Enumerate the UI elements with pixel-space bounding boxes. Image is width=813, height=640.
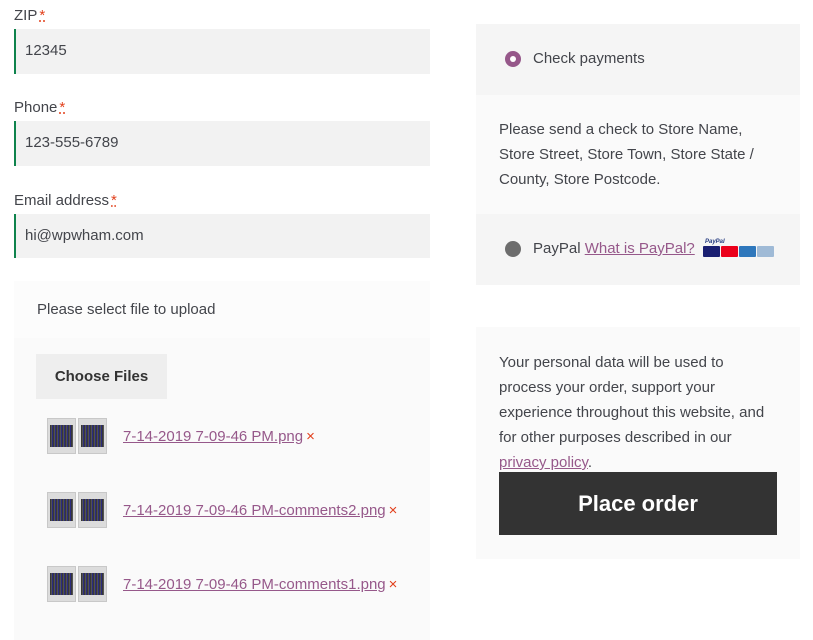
phone-field[interactable]: 123-555-6789 — [14, 121, 430, 166]
paypal-label-text: PayPal — [533, 240, 581, 257]
file-link[interactable]: 7-14-2019 7-09-46 PM-comments1.png — [123, 576, 386, 593]
zip-label-text: ZIP — [14, 7, 38, 24]
upload-header: Please select file to upload — [14, 281, 430, 338]
check-payments-label: Check payments — [533, 50, 645, 67]
what-is-paypal-link[interactable]: What is PayPal? — [585, 240, 695, 257]
phone-label-text: Phone — [14, 99, 58, 116]
paypal-cards-icon: PayPal — [703, 238, 774, 257]
payment-method-check[interactable]: Check payments — [476, 24, 800, 95]
required-marker: * — [39, 7, 46, 24]
file-thumbnail — [47, 492, 107, 528]
radio-selected-icon[interactable] — [505, 51, 521, 67]
file-list-item: 7-14-2019 7-09-46 PM.png × — [47, 418, 315, 454]
amex-icon — [739, 246, 756, 257]
check-description-text: Please send a check to Store Name, Store… — [499, 121, 754, 188]
file-list-item: 7-14-2019 7-09-46 PM-comments2.png × — [47, 492, 397, 528]
file-thumbnail — [47, 566, 107, 602]
email-label: Email address * — [14, 192, 117, 209]
zip-field[interactable]: 12345 — [14, 29, 430, 74]
privacy-text: Your personal data will be used to proce… — [499, 354, 765, 446]
privacy-policy-link[interactable]: privacy policy — [499, 454, 588, 471]
radio-unselected-icon[interactable] — [505, 241, 521, 257]
email-field[interactable]: hi@wpwham.com — [14, 214, 430, 258]
remove-file-icon[interactable]: × — [306, 428, 315, 445]
remove-file-icon[interactable]: × — [389, 502, 398, 519]
required-marker: * — [59, 99, 66, 116]
file-link[interactable]: 7-14-2019 7-09-46 PM.png — [123, 428, 303, 445]
file-link[interactable]: 7-14-2019 7-09-46 PM-comments2.png — [123, 502, 386, 519]
file-list-item: 7-14-2019 7-09-46 PM-comments1.png × — [47, 566, 397, 602]
place-order-button[interactable]: Place order — [499, 472, 777, 535]
paypal-label: PayPal What is PayPal? — [533, 240, 695, 257]
remove-file-icon[interactable]: × — [389, 576, 398, 593]
check-payments-description: Please send a check to Store Name, Store… — [476, 95, 800, 214]
privacy-suffix: . — [587, 454, 593, 471]
payment-method-paypal[interactable]: PayPal What is PayPal? PayPal — [476, 214, 800, 285]
choose-files-button[interactable]: Choose Files — [36, 354, 167, 399]
visa-icon — [703, 246, 720, 257]
paypal-logo-text: PayPal — [705, 239, 725, 245]
upload-prompt: Please select file to upload — [37, 301, 216, 318]
phone-label: Phone * — [14, 99, 65, 116]
email-label-text: Email address — [14, 192, 110, 209]
discover-icon — [757, 246, 774, 257]
required-marker: * — [111, 192, 117, 209]
file-thumbnail — [47, 418, 107, 454]
mastercard-icon — [721, 246, 738, 257]
zip-label: ZIP * — [14, 7, 45, 24]
